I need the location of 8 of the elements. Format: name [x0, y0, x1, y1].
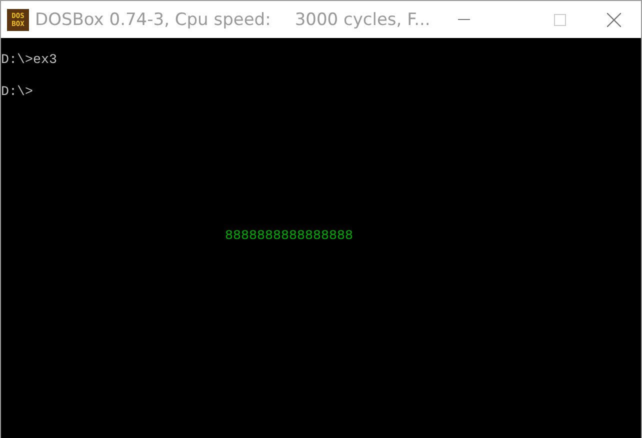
- console-line: D:\>ex3: [1, 53, 57, 69]
- console-line: D:\>: [1, 85, 33, 101]
- window-title: DOSBox 0.74-3, Cpu speed:: [35, 10, 271, 30]
- window-title-speed: 3000 cycles, F...: [294, 10, 430, 30]
- close-icon: [607, 12, 621, 26]
- maximize-icon: [554, 14, 566, 26]
- minimize-icon: [458, 18, 470, 20]
- console-line: 8888888888888888: [225, 229, 353, 245]
